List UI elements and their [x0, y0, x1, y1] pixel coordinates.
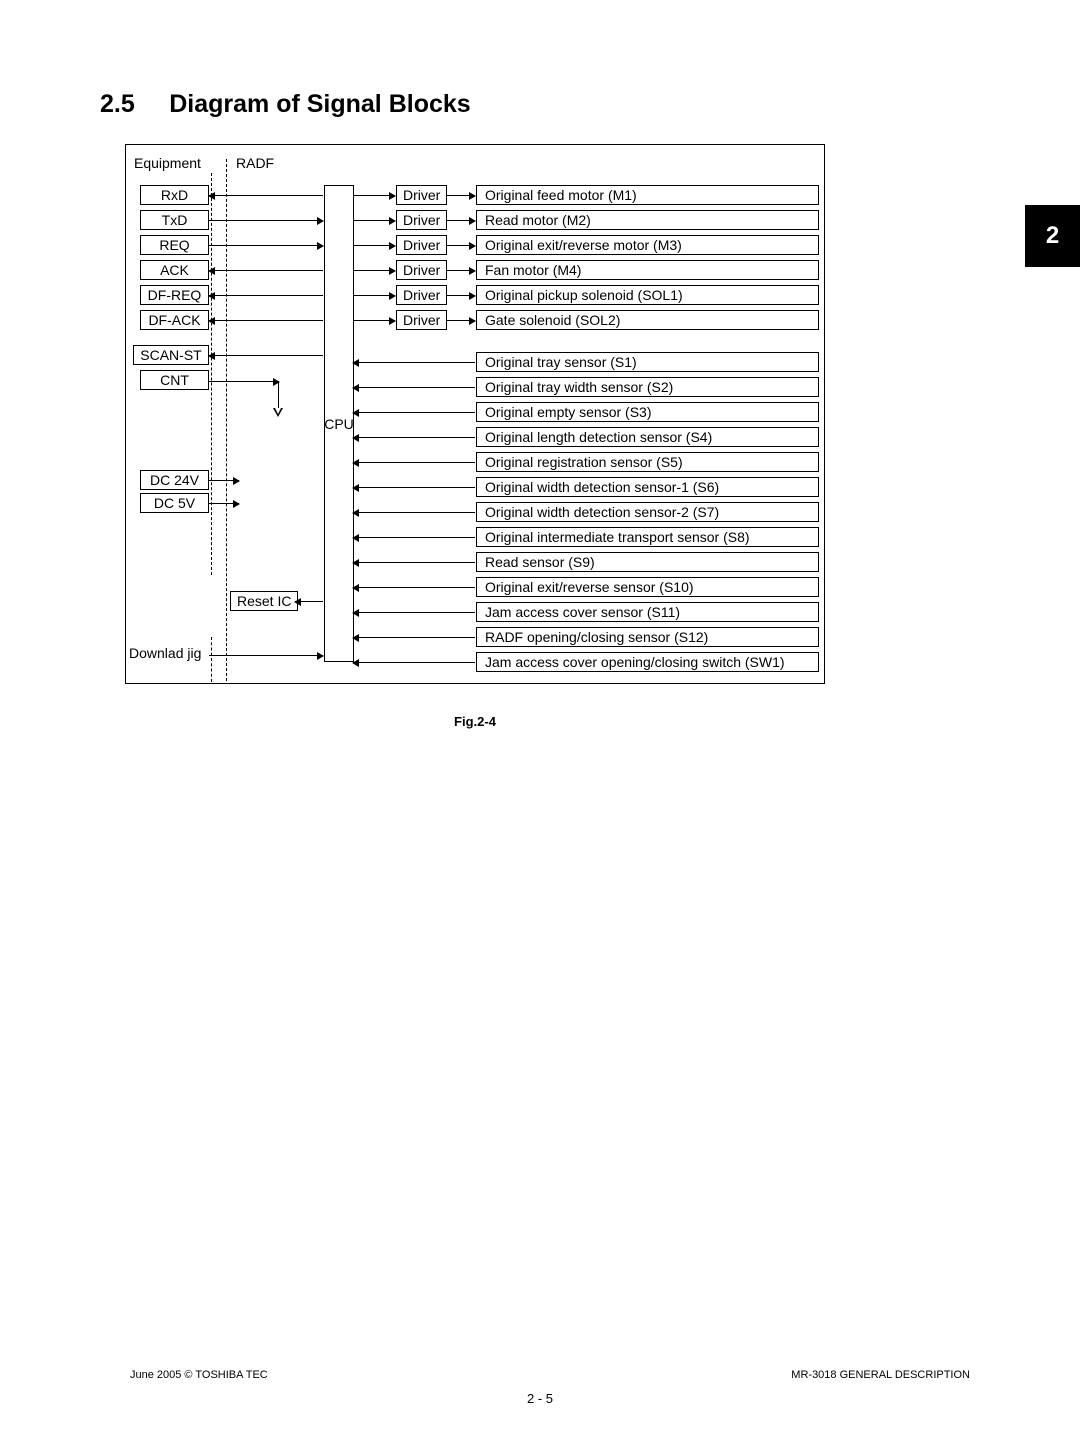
arrow — [209, 295, 323, 296]
driver-box: Driver — [396, 210, 447, 230]
sensor-s5: Original registration sensor (S5) — [476, 452, 819, 472]
reset-ic-block: Reset IC — [230, 591, 298, 611]
motor-m2: Read motor (M2) — [476, 210, 819, 230]
arrow — [353, 487, 475, 488]
arrow — [447, 245, 475, 246]
arrow — [209, 480, 239, 481]
arrow — [353, 295, 395, 296]
signal-cnt: CNT — [140, 370, 209, 390]
arrow — [209, 655, 323, 656]
arrow — [353, 512, 475, 513]
arrow — [209, 220, 323, 221]
arrow — [209, 355, 323, 356]
footer-left: June 2005 © TOSHIBA TEC — [130, 1369, 268, 1381]
footer-page-number: 2 - 5 — [0, 1391, 1080, 1406]
sensor-s8: Original intermediate transport sensor (… — [476, 527, 819, 547]
sensor-s10: Original exit/reverse sensor (S10) — [476, 577, 819, 597]
arrow — [209, 270, 323, 271]
signal-block-diagram: Equipment RADF CPU RxD TxD REQ ACK DF-RE… — [125, 144, 825, 684]
driver-box: Driver — [396, 260, 447, 280]
radf-label: RADF — [236, 155, 274, 171]
sensor-s3: Original empty sensor (S3) — [476, 402, 819, 422]
arrow — [353, 637, 475, 638]
arrow — [353, 437, 475, 438]
arrow — [353, 412, 475, 413]
signal-rxd: RxD — [140, 185, 209, 205]
arrow — [295, 601, 323, 602]
driver-box: Driver — [396, 310, 447, 330]
driver-box: Driver — [396, 285, 447, 305]
arrow — [353, 195, 395, 196]
arrow — [353, 320, 395, 321]
arrow — [209, 195, 323, 196]
signal-scanst: SCAN-ST — [133, 345, 209, 365]
section-heading: 2.5 Diagram of Signal Blocks — [100, 90, 1000, 119]
arrow — [447, 220, 475, 221]
arrow — [353, 270, 395, 271]
arrow — [447, 195, 475, 196]
arrow — [353, 662, 475, 663]
download-jig-label: Downlad jig — [129, 645, 201, 661]
sensor-s12: RADF opening/closing sensor (S12) — [476, 627, 819, 647]
equipment-label: Equipment — [134, 155, 201, 171]
solenoid-sol2: Gate solenoid (SOL2) — [476, 310, 819, 330]
section-title: Diagram of Signal Blocks — [169, 90, 470, 119]
sensor-s7: Original width detection sensor-2 (S7) — [476, 502, 819, 522]
motor-m1: Original feed motor (M1) — [476, 185, 819, 205]
arrow — [353, 537, 475, 538]
figure-label: Fig.2-4 — [125, 714, 825, 729]
section-number: 2.5 — [100, 90, 135, 119]
motor-m3: Original exit/reverse motor (M3) — [476, 235, 819, 255]
arrow — [353, 612, 475, 613]
arrow — [209, 245, 323, 246]
sensor-s2: Original tray width sensor (S2) — [476, 377, 819, 397]
arrow — [353, 387, 475, 388]
dashed-line — [226, 159, 227, 681]
driver-box: Driver — [396, 185, 447, 205]
signal-dfack: DF-ACK — [140, 310, 209, 330]
arrow — [209, 381, 279, 382]
switch-sw1: Jam access cover opening/closing switch … — [476, 652, 819, 672]
sensor-s1: Original tray sensor (S1) — [476, 352, 819, 372]
arrow — [447, 295, 475, 296]
arrow-down-icon — [273, 408, 283, 417]
arrow — [353, 462, 475, 463]
driver-box: Driver — [396, 235, 447, 255]
signal-txd: TxD — [140, 210, 209, 230]
motor-m4: Fan motor (M4) — [476, 260, 819, 280]
signal-req: REQ — [140, 235, 209, 255]
chapter-tab: 2 — [1025, 205, 1080, 267]
arrow — [353, 220, 395, 221]
arrow — [447, 320, 475, 321]
arrow — [353, 362, 475, 363]
document-page: 2.5 Diagram of Signal Blocks Equipment R… — [0, 0, 1080, 1441]
cpu-block: CPU — [324, 185, 354, 662]
signal-dc5v: DC 5V — [140, 493, 209, 513]
dashed-line — [211, 173, 212, 575]
arrow — [353, 562, 475, 563]
solenoid-sol1: Original pickup solenoid (SOL1) — [476, 285, 819, 305]
footer-right: MR-3018 GENERAL DESCRIPTION — [791, 1369, 970, 1381]
signal-dc24v: DC 24V — [140, 470, 209, 490]
sensor-s11: Jam access cover sensor (S11) — [476, 602, 819, 622]
arrow — [353, 245, 395, 246]
arrow — [209, 320, 323, 321]
sensor-s6: Original width detection sensor-1 (S6) — [476, 477, 819, 497]
vline — [278, 381, 279, 409]
sensor-s9: Read sensor (S9) — [476, 552, 819, 572]
arrow — [353, 587, 475, 588]
arrow — [447, 270, 475, 271]
sensor-s4: Original length detection sensor (S4) — [476, 427, 819, 447]
arrow — [209, 503, 239, 504]
dashed-line — [211, 637, 212, 682]
signal-dfreq: DF-REQ — [140, 285, 209, 305]
signal-ack: ACK — [140, 260, 209, 280]
